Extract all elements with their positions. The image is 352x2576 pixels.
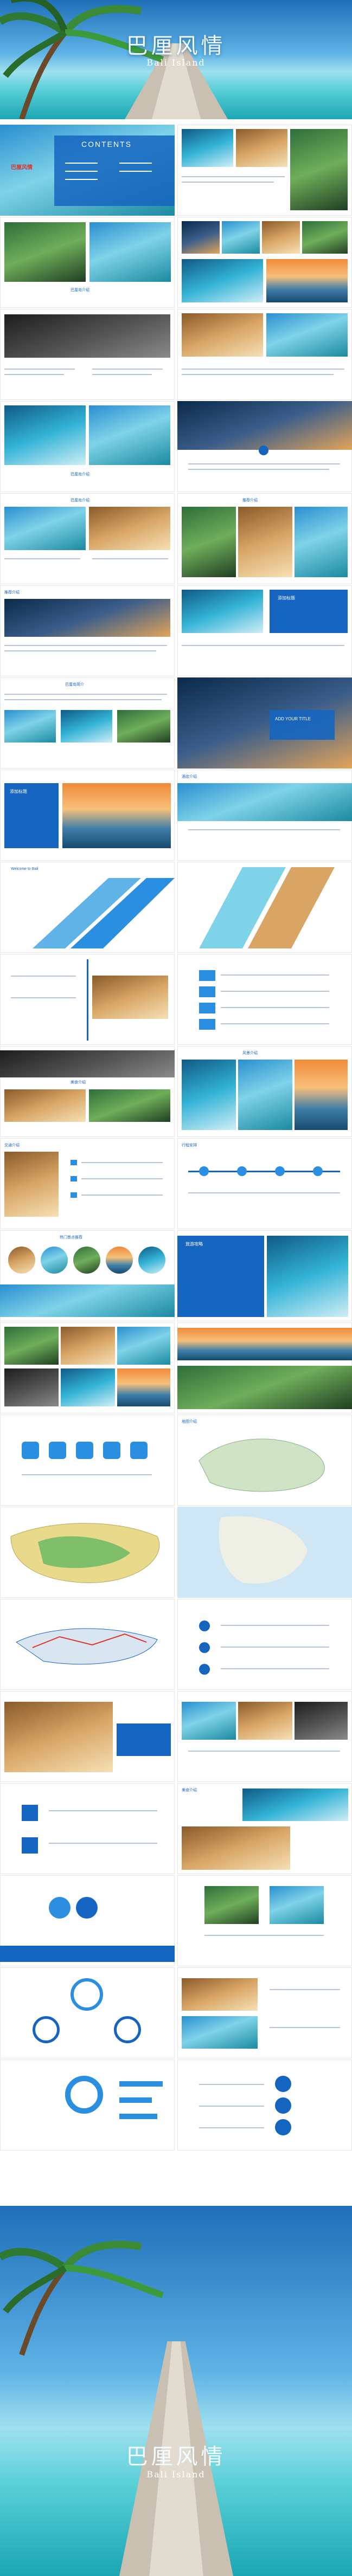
slide-itinerary: 行程安排: [177, 1138, 352, 1229]
slide-map-4: [0, 1599, 175, 1690]
slide-intro-1: 巴厘岛介绍: [0, 217, 175, 308]
slide-scenery: 风景介绍: [177, 1046, 352, 1137]
region-map: [10, 1523, 160, 1583]
brand-logo: 巴厘风情: [11, 165, 33, 171]
section-label-1: 巴厘岛介绍: [71, 288, 89, 292]
slide-add-title: 添加标题: [177, 585, 352, 676]
section-label-4: 推荐介绍: [242, 499, 258, 502]
section-label-14: 地图介绍: [182, 1420, 197, 1424]
slide-couple: [177, 1691, 352, 1782]
ending-title: 巴厘风情: [126, 2444, 226, 2469]
slide-icons: [0, 1415, 175, 1506]
section-label-3: 巴厘岛介绍: [71, 499, 89, 502]
hero-title: 巴厘风情: [126, 34, 226, 59]
slide-guide: 旅游攻略: [177, 1230, 352, 1321]
slide-intro-5: 巴厘岛简介: [0, 677, 175, 769]
section-label-15: 美食介绍: [182, 1789, 197, 1792]
ending-palm: [0, 2241, 164, 2356]
slide-people-photos: [177, 309, 352, 400]
hero-cover: 巴厘风情 Bali Island: [0, 0, 352, 119]
slide-recommend-1: 推荐介绍: [177, 493, 352, 584]
section-label-13: 行程安排: [182, 1144, 197, 1147]
route-map: [16, 1628, 158, 1665]
slide-map-1: 地图介绍: [177, 1415, 352, 1506]
contents-label: CONTENTS: [81, 140, 132, 149]
slide-intro-3: 巴厘岛介绍: [0, 401, 175, 492]
slide-map-2: [0, 1507, 175, 1598]
slide-circle-icons: [177, 2059, 352, 2151]
slide-timeline-photo: [0, 954, 175, 1045]
slide-food-2: 美食介绍: [177, 1783, 352, 1874]
slide-process: [0, 1875, 175, 1966]
diagonal-photo-band: [33, 878, 175, 948]
world-map: [177, 1507, 352, 1598]
slide-transport: 交通介绍: [0, 1138, 175, 1229]
slide-food: 美食介绍: [0, 1046, 175, 1137]
section-label-2: 巴厘岛介绍: [71, 473, 89, 476]
slide-icon-list: [0, 1783, 175, 1874]
section-label-6: 巴厘岛简介: [65, 683, 84, 687]
ending-cover: 巴厘风情 Bali Island: [0, 2206, 352, 2576]
presentation-long-preview: 巴厘风情 Bali Island CONTENTS 巴厘风情 巴厘岛介绍 巴厘岛…: [0, 0, 352, 2576]
slide-intro-2: [0, 309, 175, 400]
island-map: [199, 1438, 325, 1492]
slide-rings: [0, 1967, 175, 2058]
slide-villa: [177, 401, 352, 492]
slide-photo-grid-2: [177, 217, 352, 308]
card-title-1: 添加标题: [278, 596, 295, 601]
section-label-8: 美食介绍: [71, 1081, 86, 1084]
slide-people-diagonal: [177, 862, 352, 953]
slide-photo-grid-1: [177, 125, 352, 216]
slide-photo-blocks: [177, 1875, 352, 1966]
section-label-11: 热门景点推荐: [60, 1236, 82, 1239]
slide-sunset: 添加标题: [0, 770, 175, 861]
slide-attractions: 热门景点推荐: [0, 1230, 175, 1321]
section-label-10: 交通介绍: [4, 1144, 20, 1147]
welcome-heading: Welcome to Bali: [11, 867, 39, 871]
slide-map-3: [177, 1507, 352, 1598]
slide-intro-4: 巴厘岛介绍: [0, 493, 175, 584]
card-title-2: ADD YOUR TITLE: [275, 716, 311, 721]
info-icon: [259, 446, 268, 455]
slide-list-blue: [177, 954, 352, 1045]
section-label-5: 推荐介绍: [4, 591, 20, 595]
slide-gallery-b: [177, 1322, 352, 1413]
slide-welcome: ADD YOUR TITLE: [177, 677, 352, 769]
hero-subtitle: Bali Island: [146, 57, 206, 68]
slide-chart: [0, 2059, 175, 2151]
ending-subtitle: Bali Island: [146, 2469, 206, 2480]
slide-route-list: [177, 1599, 352, 1690]
slide-mixed: [177, 1967, 352, 2058]
card-title-3: 添加标题: [10, 789, 27, 794]
diagonal-photos: [199, 867, 335, 948]
section-label-9: 风景介绍: [242, 1051, 258, 1055]
slide-resort: [0, 1691, 175, 1782]
section-label-7: 酒店介绍: [182, 775, 197, 779]
guide-label: 旅游攻略: [185, 1242, 203, 1247]
slide-beach: 酒店介绍: [177, 770, 352, 861]
slide-welcome-bali: Welcome to Bali: [0, 862, 175, 953]
slide-gallery-a: [0, 1322, 175, 1413]
slide-hotel: 推荐介绍: [0, 585, 175, 676]
